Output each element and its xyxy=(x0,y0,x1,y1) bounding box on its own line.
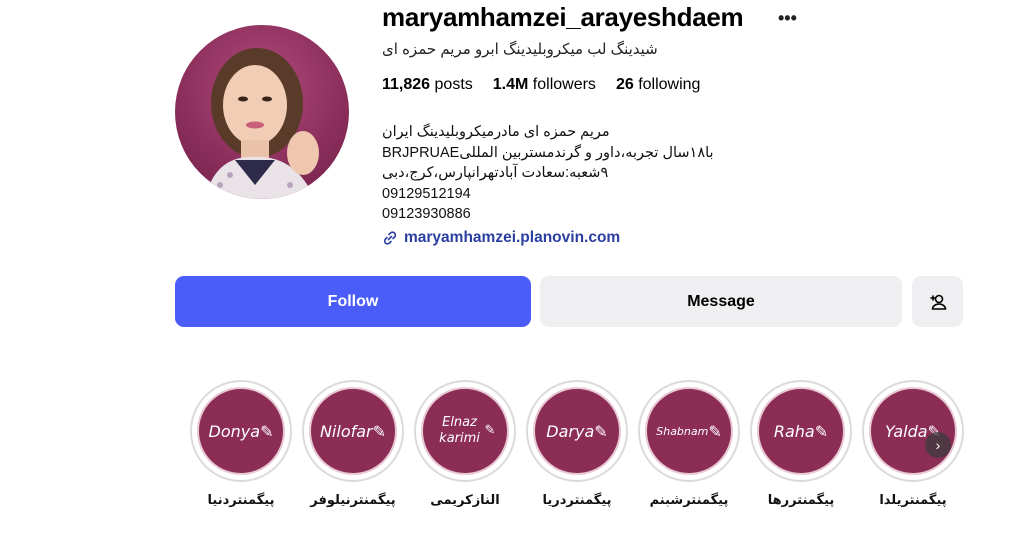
posts-count: 11,826 xyxy=(382,76,431,93)
highlight-cover-text: Shabnam xyxy=(656,424,709,438)
highlight-cover-text: Donya xyxy=(208,421,261,441)
bio-line: با۱۸سال تجربه،داور و گرندمستربین المللیB… xyxy=(382,144,714,161)
following-label: following xyxy=(638,76,701,93)
bio-line: مریم حمزه ای مادرمیکروبلیدینگ ایران xyxy=(382,124,610,140)
highlight-cover-text: Elnaz karimi xyxy=(439,415,480,446)
highlight-item[interactable]: Nilofar ✎ پیگمنترنیلوفر xyxy=(302,380,404,508)
posts-label: posts xyxy=(434,76,473,93)
bio-phone: 09129512194 xyxy=(382,185,471,202)
highlight-label: پیگمنتردریا xyxy=(542,492,612,507)
more-options-icon[interactable]: ••• xyxy=(778,8,797,29)
followers-label: followers xyxy=(532,76,596,93)
pencil-icon: ✎ xyxy=(814,421,829,441)
avatar-portrait-image xyxy=(205,48,319,199)
highlight-cover-text: Darya xyxy=(546,421,595,441)
highlight-item[interactable]: Darya ✎ پیگمنتردریا xyxy=(526,380,628,508)
profile-username: maryamhamzei_arayeshdaem xyxy=(382,2,744,32)
highlight-cover-text: Nilofar xyxy=(319,421,373,441)
profile-avatar[interactable] xyxy=(175,25,349,199)
highlight-item[interactable]: Shabnam ✎ پیگمنترشبنم xyxy=(638,380,740,508)
pencil-icon: ✎ xyxy=(594,421,608,441)
following-count: 26 xyxy=(615,76,634,93)
message-button[interactable]: Message xyxy=(540,276,902,327)
add-user-icon xyxy=(929,294,946,310)
profile-bio: مریم حمزه ای مادرمیکروبلیدینگ ایران با۱۸… xyxy=(382,122,714,225)
followers-stat[interactable]: 1.4M followers xyxy=(493,76,596,94)
profile-subtitle: شیدینگ لب میکروبلیدینگ ابرو مریم حمزه ای xyxy=(382,41,658,58)
follow-button[interactable]: Follow xyxy=(175,276,531,327)
bio-phone: 09123930886 xyxy=(382,206,471,222)
pencil-icon: ✎ xyxy=(484,423,496,438)
pencil-icon: ✎ xyxy=(708,421,722,441)
followers-count: 1.4M xyxy=(492,76,529,93)
highlight-label: پیگمنتررها xyxy=(767,492,835,507)
highlight-cover[interactable]: Elnaz karimi ✎ xyxy=(414,380,516,482)
profile-link-text[interactable]: maryamhamzei.planovin.com xyxy=(404,229,620,247)
suggested-users-button[interactable] xyxy=(912,276,963,327)
bio-line: ۹شعبه:سعادت آبادتهرانپارس،کرج،دبی xyxy=(382,165,609,181)
highlight-label: پیگمنترشبنم xyxy=(649,492,729,507)
following-stat[interactable]: 26 following xyxy=(616,76,701,94)
highlight-cover[interactable]: Raha ✎ xyxy=(750,380,852,482)
highlight-cover[interactable]: Donya ✎ xyxy=(190,380,292,482)
link-icon xyxy=(383,231,397,245)
highlight-cover[interactable]: Darya ✎ xyxy=(526,380,628,482)
posts-stat: 11,826 posts xyxy=(382,76,473,94)
highlight-cover[interactable]: Shabnam ✎ xyxy=(638,380,740,482)
pencil-icon: ✎ xyxy=(372,421,387,441)
highlight-cover-text: Raha xyxy=(773,421,815,441)
highlight-item[interactable]: Elnaz karimi ✎ النازکریمی xyxy=(414,380,516,508)
highlight-label: النازکریمی xyxy=(430,492,500,507)
highlight-cover[interactable]: Yalda ✎ xyxy=(862,380,964,482)
story-highlights: Donya ✎ پیگمنتردنیا Nilofar ✎ پیگمنترنیلوف… xyxy=(190,380,980,530)
profile-link[interactable]: maryamhamzei.planovin.com xyxy=(382,229,620,247)
highlight-label: پیگمنتریلدا xyxy=(879,492,947,507)
highlight-cover[interactable]: Nilofar ✎ xyxy=(302,380,404,482)
chevron-right-icon[interactable]: › xyxy=(925,432,951,458)
highlight-label: پیگمنترنیلوفر xyxy=(310,492,396,507)
highlight-item[interactable]: Raha ✎ پیگمنتررها xyxy=(750,380,852,508)
profile-stats: 11,826 posts 1.4M followers 26 following xyxy=(382,76,700,94)
highlight-item[interactable]: Donya ✎ پیگمنتردنیا xyxy=(190,380,292,508)
pencil-icon: ✎ xyxy=(260,421,274,441)
highlight-label: پیگمنتردنیا xyxy=(207,492,275,507)
highlight-cover-text: Yalda xyxy=(885,421,928,441)
